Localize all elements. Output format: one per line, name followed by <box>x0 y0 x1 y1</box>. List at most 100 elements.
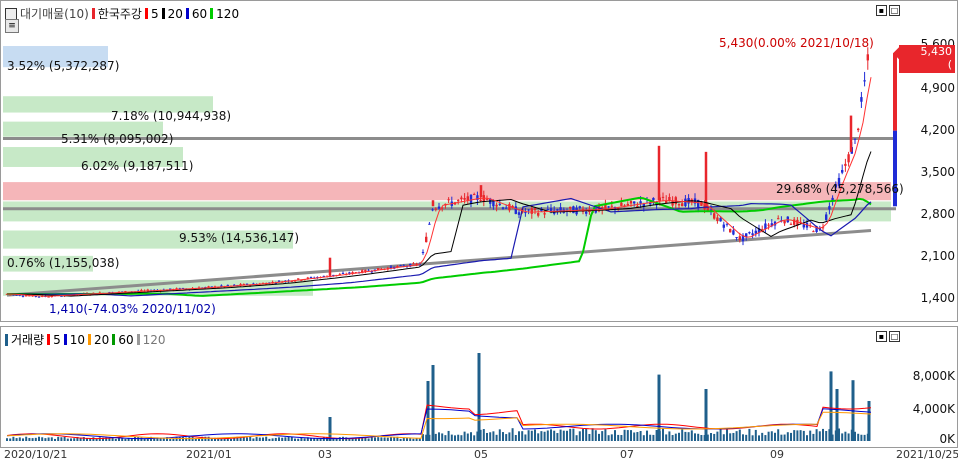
pane-toggle-button[interactable]: ≡ <box>5 19 19 33</box>
ma-60-marker-icon <box>185 8 189 19</box>
volume-bar <box>652 434 655 441</box>
volume-bar <box>770 431 773 441</box>
volume-bar <box>505 434 508 441</box>
candle-body <box>777 218 780 220</box>
maximize-pane-button[interactable]: □ <box>889 5 900 16</box>
volume-bar <box>399 438 402 441</box>
profile-label-3: 5.31% (8,095,002) <box>61 132 174 146</box>
candle-body <box>485 199 489 201</box>
volume-bar <box>818 431 821 441</box>
date-tick: 07 <box>620 448 634 461</box>
volume-bar <box>66 438 69 441</box>
volume-bar <box>514 434 517 441</box>
date-tick: 09 <box>770 448 784 461</box>
volume-bar <box>649 434 652 441</box>
volume-bar <box>153 438 156 441</box>
volume-bar <box>751 435 754 441</box>
volume-bar <box>246 437 248 441</box>
ma-5-label: 5 <box>150 6 159 21</box>
candle-body <box>226 284 229 286</box>
volume-bar <box>118 438 120 441</box>
candle-body <box>783 220 786 224</box>
volume-bar <box>255 437 258 441</box>
volume-bar <box>623 429 626 441</box>
volume-bar <box>684 431 687 441</box>
candle-body <box>722 224 725 228</box>
volume-bar <box>473 435 476 441</box>
volume-bar <box>450 434 453 441</box>
candle-body <box>633 201 636 204</box>
price-tick: 2,100 <box>920 249 955 263</box>
candle-body <box>847 154 850 163</box>
volume-bar <box>742 434 744 441</box>
volume-bar <box>265 436 268 441</box>
volume-bar <box>15 438 18 441</box>
volume-bar <box>799 430 802 441</box>
volume-bar <box>210 438 213 441</box>
volume-bar <box>671 435 674 441</box>
volume-bar <box>646 430 648 441</box>
vol-ma-60-marker-icon <box>112 334 116 345</box>
volume-bar <box>716 431 719 441</box>
candle-body <box>789 223 793 225</box>
ma-120-marker-icon <box>210 8 214 19</box>
volume-bar <box>822 428 824 441</box>
candle-body <box>47 296 50 298</box>
volume-bar <box>642 435 645 441</box>
volume-settings-icon[interactable] <box>5 333 8 346</box>
volume-bar <box>754 429 757 441</box>
vol-ma-10-marker-icon <box>63 334 67 345</box>
volume-bar <box>614 430 616 441</box>
volume-bar <box>402 438 405 441</box>
candle-body <box>863 80 866 82</box>
candle-body <box>473 194 476 196</box>
volume-bar <box>812 433 815 441</box>
volume-spike-bar <box>477 353 481 441</box>
volume-bar <box>121 438 124 441</box>
chart-settings-icon[interactable] <box>5 7 17 20</box>
volume-bar <box>562 430 565 441</box>
volume-bar <box>444 435 447 441</box>
maximize-volume-button[interactable]: □ <box>889 331 900 342</box>
volume-bar <box>582 428 584 441</box>
candle-body <box>431 209 434 211</box>
volume-bar <box>722 434 725 441</box>
volume-bar <box>114 438 117 441</box>
candle-body <box>732 230 735 235</box>
volume-bar <box>585 428 588 441</box>
volume-bar <box>665 434 668 441</box>
candle-body <box>677 204 681 206</box>
price-chart-pane[interactable]: 대기매물(10) 한국주강 5 20 60 120 ≡ ▪ □ 3.52% (5… <box>0 0 958 322</box>
candle-body <box>748 232 751 234</box>
volume-bar <box>774 432 776 441</box>
candle-body <box>479 199 482 202</box>
volume-bar <box>6 438 8 441</box>
volume-bar <box>610 434 613 441</box>
volume-bar <box>230 438 232 441</box>
volume-bar <box>220 438 223 441</box>
volume-bar <box>25 436 28 441</box>
volume-bar <box>34 437 37 441</box>
minimize-pane-button[interactable]: ▪ <box>876 5 887 16</box>
volume-bar <box>559 429 562 441</box>
volume-bar <box>441 433 444 441</box>
volume-bar <box>377 437 380 441</box>
volume-bar <box>777 429 780 441</box>
ma-20-line <box>7 151 872 297</box>
volume-bar <box>524 434 527 441</box>
candle-body <box>626 203 629 206</box>
minimize-volume-button[interactable]: ▪ <box>876 331 887 342</box>
volume-spike-bar <box>704 389 708 441</box>
volume-bar <box>550 429 552 441</box>
volume-bar <box>713 433 716 441</box>
volume-chart-pane[interactable]: 거래량 5 10 20 60 120 ▪ □ 8,000K 4,000K 0K <box>0 326 958 448</box>
volume-bar <box>393 437 396 441</box>
candle-body <box>661 196 665 198</box>
volume-bar <box>287 436 290 441</box>
price-legend: 대기매물(10) 한국주강 5 20 60 120 <box>5 5 239 22</box>
volume-bar <box>729 433 732 441</box>
volume-bar <box>575 435 578 441</box>
volume-bar <box>530 430 533 441</box>
candle-body <box>713 213 716 219</box>
volume-bar <box>566 430 568 441</box>
